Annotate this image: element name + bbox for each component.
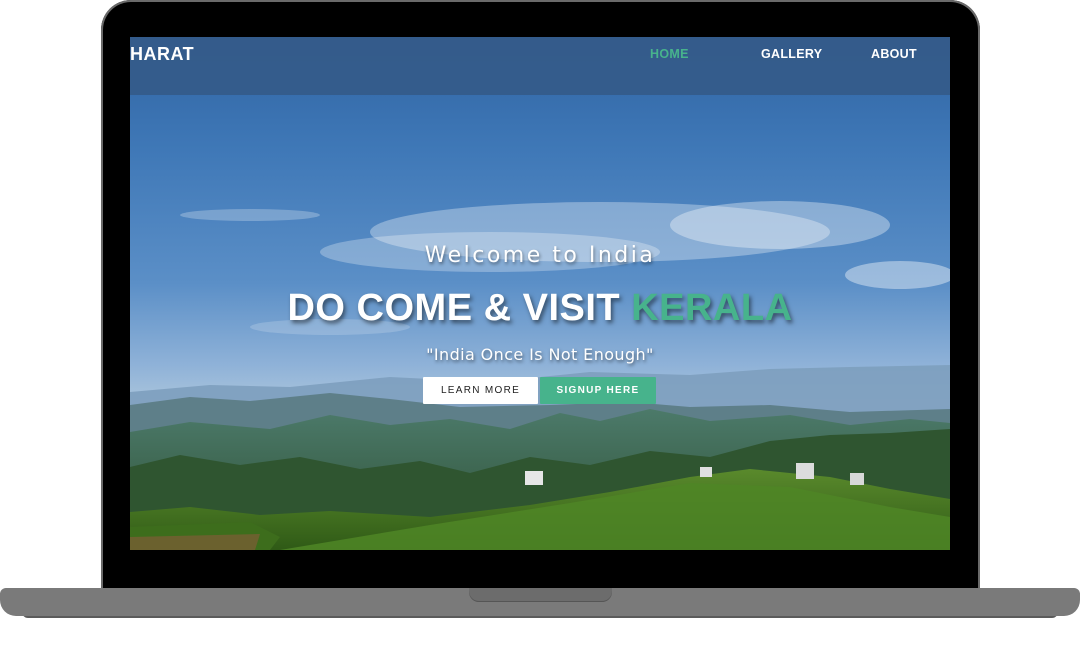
nav-item-home[interactable]: HOME [650, 47, 689, 61]
hero-title-accent: KERALA [631, 287, 793, 329]
site-logo[interactable]: HARAT [130, 44, 194, 64]
nav-item-gallery[interactable]: GALLERY [761, 47, 822, 61]
laptop-notch [469, 588, 612, 602]
nav-item-about[interactable]: ABOUT [871, 47, 917, 61]
hero-subtitle: Welcome to India [424, 243, 656, 268]
signup-button[interactable]: SIGNUP HERE [540, 377, 656, 404]
hero-title: DO COME & VISIT KERALA [130, 287, 950, 330]
laptop-screen: HARAT HOME GALLERY ABOUT Welcome to Indi… [130, 37, 950, 550]
navbar: HARAT HOME GALLERY ABOUT [130, 37, 950, 95]
hero-title-main: DO COME & VISIT [287, 287, 632, 329]
learn-more-button[interactable]: LEARN MORE [423, 377, 538, 404]
hero-quote: "India Once Is Not Enough" [426, 345, 654, 364]
